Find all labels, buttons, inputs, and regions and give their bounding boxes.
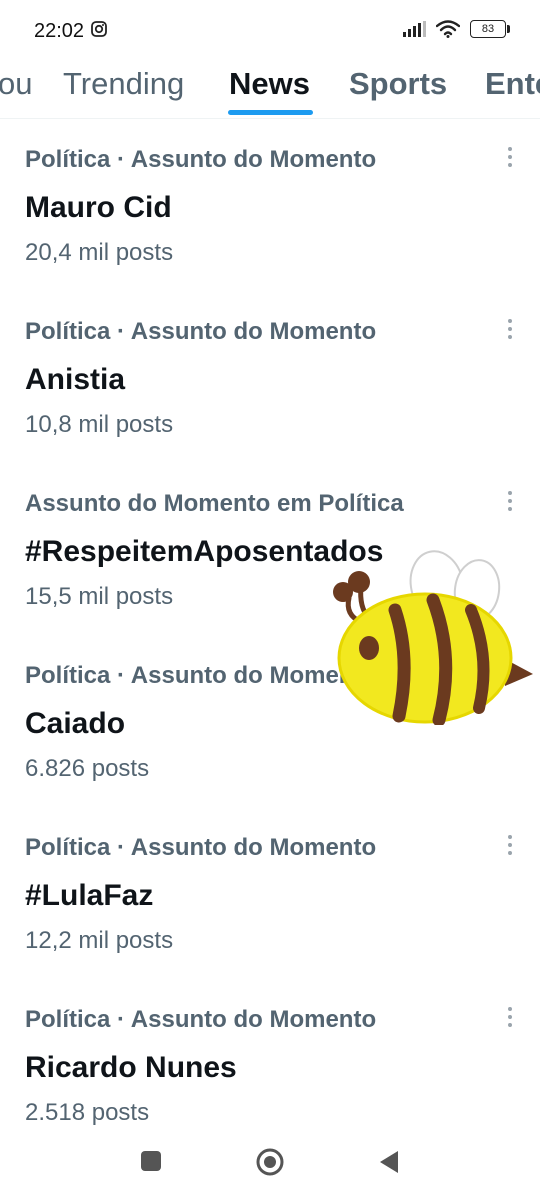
more-options-icon[interactable] (502, 317, 518, 341)
system-nav-bar (0, 1128, 540, 1200)
status-time: 22:02 (34, 20, 85, 42)
more-options-icon[interactable] (502, 145, 518, 169)
trend-context: Política · Assunto do Momento (25, 146, 377, 173)
trend-name: Caiado (25, 707, 126, 740)
trend-item[interactable]: Política · Assunto do Momento Ricardo Nu… (0, 978, 540, 1150)
active-tab-indicator (228, 110, 313, 115)
trend-name: Mauro Cid (25, 191, 172, 224)
back-triangle-icon[interactable] (378, 1150, 400, 1174)
trend-post-count: 10,8 mil posts (25, 411, 174, 438)
trend-item[interactable]: Política · Assunto do Momento Anistia 10… (0, 290, 540, 462)
tab-for-you[interactable]: ou (0, 66, 32, 102)
trend-item[interactable]: Política · Assunto do Momento Mauro Cid … (0, 118, 540, 290)
tab-bar: ou Trending News Sports Ente (0, 58, 540, 119)
recents-square-icon[interactable] (140, 1150, 162, 1172)
trend-context: Política · Assunto do Momento (25, 318, 377, 345)
trend-context: Política · Assunto do Momento (25, 662, 377, 689)
status-bar: 22:02 83 (0, 0, 540, 58)
tab-trending[interactable]: Trending (63, 66, 184, 102)
wifi-icon (436, 20, 460, 38)
trend-context: Política · Assunto do Momento (25, 834, 377, 861)
trend-post-count: 15,5 mil posts (25, 583, 174, 610)
trend-name: Anistia (25, 363, 126, 396)
tab-sports[interactable]: Sports (349, 66, 447, 102)
trend-post-count: 2.518 posts (25, 1099, 150, 1126)
more-options-icon[interactable] (502, 833, 518, 857)
trend-context: Política · Assunto do Momento (25, 1006, 377, 1033)
battery-icon: 83 (470, 20, 510, 38)
trend-post-count: 6.826 posts (25, 755, 150, 782)
bee-sticker (333, 550, 533, 725)
trend-name: Ricardo Nunes (25, 1051, 237, 1084)
instagram-icon (91, 21, 107, 37)
tab-entertainment[interactable]: Ente (485, 66, 540, 102)
home-circle-icon[interactable] (256, 1148, 284, 1176)
trend-name: #LulaFaz (25, 879, 154, 912)
more-options-icon[interactable] (502, 489, 518, 513)
status-indicators: 83 (403, 20, 510, 38)
trend-item[interactable]: Política · Assunto do Momento #LulaFaz 1… (0, 806, 540, 978)
trend-context: Assunto do Momento em Política (25, 490, 404, 517)
trend-post-count: 12,2 mil posts (25, 927, 174, 954)
tab-news[interactable]: News (229, 66, 310, 102)
trend-post-count: 20,4 mil posts (25, 239, 174, 266)
signal-icon (403, 21, 426, 37)
more-options-icon[interactable] (502, 1005, 518, 1029)
